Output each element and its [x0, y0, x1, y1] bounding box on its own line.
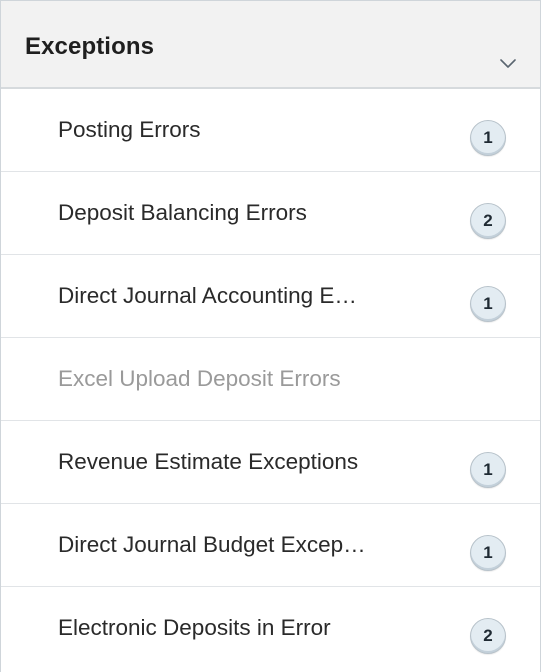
count-badge[interactable]: 2	[470, 618, 506, 654]
list-item-label: Direct Journal Budget Excep…	[58, 532, 366, 557]
list-item-label: Electronic Deposits in Error	[58, 615, 331, 640]
count-badge[interactable]: 1	[470, 452, 506, 488]
list-item-posting-errors[interactable]: Posting Errors 1	[1, 89, 540, 172]
exceptions-list: Posting Errors 1 Deposit Balancing Error…	[1, 89, 540, 670]
count-badge[interactable]: 2	[470, 203, 506, 239]
list-item-label: Posting Errors	[58, 117, 201, 142]
count-badge[interactable]: 1	[470, 286, 506, 322]
count-badge[interactable]: 1	[470, 535, 506, 571]
list-item-label: Direct Journal Accounting E…	[58, 283, 357, 308]
section-title: Exceptions	[25, 33, 155, 60]
list-item-deposit-balancing-errors[interactable]: Deposit Balancing Errors 2	[1, 172, 540, 255]
list-item-excel-upload-deposit-errors: Excel Upload Deposit Errors	[1, 338, 540, 421]
list-item-label: Revenue Estimate Exceptions	[58, 449, 359, 474]
chevron-down-icon[interactable]	[496, 51, 520, 75]
list-item-revenue-estimate-exceptions[interactable]: Revenue Estimate Exceptions 1	[1, 421, 540, 504]
count-badge[interactable]: 1	[470, 120, 506, 156]
list-item-electronic-deposits-in-error[interactable]: Electronic Deposits in Error 2	[1, 587, 540, 670]
exceptions-panel: Exceptions Posting Errors 1 Deposit Bala…	[0, 0, 541, 672]
list-item-label: Deposit Balancing Errors	[58, 200, 307, 225]
list-item-direct-journal-accounting-errors[interactable]: Direct Journal Accounting E… 1	[1, 255, 540, 338]
section-header[interactable]: Exceptions	[1, 1, 540, 89]
list-item-direct-journal-budget-exceptions[interactable]: Direct Journal Budget Excep… 1	[1, 504, 540, 587]
list-item-label: Excel Upload Deposit Errors	[58, 366, 341, 391]
